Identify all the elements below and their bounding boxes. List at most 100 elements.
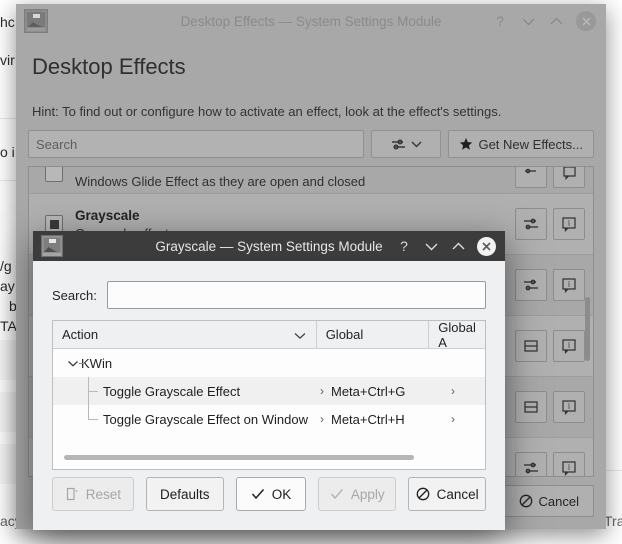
svg-text:i: i [568,219,571,228]
bg-text-fragment: vir [0,52,15,68]
dialog-button-row: Reset Defaults OK Apply Cancel [52,477,487,511]
action-label: Toggle Grayscale Effect on Window [103,411,308,427]
maximize-button[interactable] [450,238,466,254]
chevron-right-icon: › [451,384,455,398]
dialog-search-row: Search: [52,281,486,309]
configure-icon[interactable] [515,269,547,301]
shortcut-cell[interactable]: › Meta+Ctrl+G [320,384,405,399]
column-header-global-label: Global [325,327,364,342]
table-horizontal-scrollbar[interactable] [64,455,414,460]
svg-text:i: i [568,280,571,289]
column-header-global[interactable]: Global [315,321,429,348]
info-icon[interactable]: i [553,391,585,423]
configure-icon[interactable] [515,391,547,423]
cancel-label: Cancel [538,493,579,509]
defaults-button[interactable]: Defaults [145,477,224,511]
main-titlebar[interactable]: Desktop Effects — System Settings Module… [16,4,606,38]
effect-actions: i [515,452,585,476]
cancel-button[interactable]: Cancel [408,477,487,511]
configure-icon[interactable] [515,208,547,240]
minimize-button[interactable] [520,13,536,29]
effect-actions: i [515,391,585,423]
action-label: Toggle Grayscale Effect [103,383,241,399]
search-input[interactable] [106,281,486,309]
effect-checkbox[interactable] [45,167,63,182]
svg-text:i: i [568,463,571,472]
filter-button[interactable] [371,130,442,158]
column-header-global-alternate-label: Global A [438,320,476,350]
effect-name: Grayscale [75,207,140,223]
page-title: Desktop Effects [32,54,186,79]
chevron-right-icon: › [320,384,324,398]
table-header: Action Global Global A [53,320,485,350]
reset-label: Reset [85,486,122,502]
list-item[interactable]: Windows Glide Effect as they are open an… [29,167,593,194]
table-row[interactable]: Toggle Grayscale Effect on Window › Meta… [53,405,485,433]
maximize-button[interactable] [548,13,564,29]
info-icon[interactable]: i [553,452,585,476]
get-new-effects-label: Get New Effects... [478,136,583,152]
help-button[interactable]: ? [396,238,412,254]
bg-text-fragment: o i [0,144,15,160]
info-icon[interactable]: i [553,208,585,240]
info-icon[interactable]: i [553,330,585,362]
info-icon[interactable] [553,167,585,188]
cancel-button[interactable]: Cancel [503,485,594,517]
effect-actions [515,167,585,188]
tree-branch [88,419,98,420]
dialog-titlebar[interactable]: Grayscale — System Settings Module ? [33,231,505,261]
effect-actions: i [515,330,585,362]
reset-icon [66,487,78,501]
minimize-button[interactable] [423,238,439,254]
shortcut-cell[interactable]: › Meta+Ctrl+H [320,412,405,427]
svg-text:i: i [568,341,571,350]
shortcut-value: Meta+Ctrl+H [331,411,405,427]
tree-branch [88,405,89,419]
effect-actions: i [515,269,585,301]
table-row[interactable]: Toggle Grayscale Effect › Meta+Ctrl+G › [53,377,485,405]
get-new-effects-button[interactable]: Get New Effects... [448,130,594,158]
table-group-row[interactable]: KWin [53,349,485,377]
column-header-action[interactable]: Action [53,321,316,348]
chevron-down-icon [294,327,306,342]
hint-text: Hint: To find out or configure how to ac… [32,104,502,119]
bg-text-fragment: Tra [604,513,622,529]
tree-branch [88,391,98,392]
close-button[interactable] [477,236,496,256]
configure-icon[interactable] [515,452,547,476]
main-window-controls: ? [492,11,606,31]
info-icon[interactable]: i [553,269,585,301]
configure-icon[interactable] [515,167,547,188]
svg-text:i: i [568,402,571,411]
help-button[interactable]: ? [492,13,508,29]
search-placeholder: Search [36,136,78,152]
effect-description: Windows Glide Effect as they are open an… [75,174,366,189]
dialog-body: Search: Action Global Global A KWin Togg… [33,261,505,530]
effect-actions: i [515,208,585,240]
chevron-right-icon: › [451,412,455,426]
chevron-down-icon[interactable] [67,356,79,371]
sliders-icon [391,138,405,150]
column-header-global-alternate[interactable]: Global A [428,320,485,350]
shortcut-value: Meta+Ctrl+G [331,383,406,399]
bg-text-fragment: ay [0,278,15,294]
bg-text-fragment: /g [0,258,12,274]
check-icon [251,489,264,500]
display-image-icon [24,9,48,33]
check-icon [330,489,343,500]
effects-list-scrollbar[interactable] [585,297,590,361]
apply-label: Apply [350,486,385,502]
apply-button[interactable]: Apply [318,477,397,511]
ok-button[interactable]: OK [235,477,307,511]
bg-text-fragment: hc [0,14,15,30]
grayscale-shortcuts-dialog: Grayscale — System Settings Module ? Sea… [33,231,505,530]
main-window-footer: Cancel [503,485,594,517]
bg-text-fragment: TA [0,318,17,334]
reset-button[interactable]: Reset [52,477,134,511]
configure-icon[interactable] [515,330,547,362]
close-button[interactable] [576,11,596,31]
shortcuts-table[interactable]: Action Global Global A KWin Toggle Grays… [52,320,486,470]
search-input[interactable]: Search [28,130,365,158]
effect-text: Windows Glide Effect as they are open an… [75,171,515,189]
cancel-label: Cancel [436,486,479,502]
